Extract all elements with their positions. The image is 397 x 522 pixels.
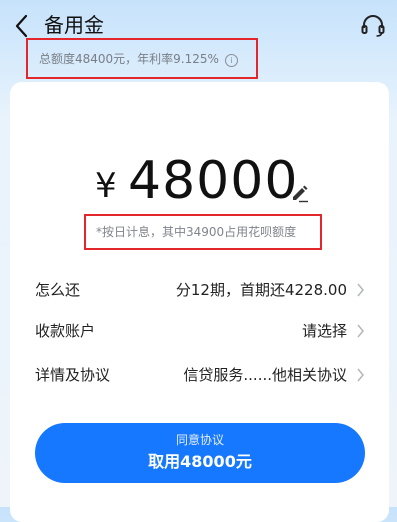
headset-icon[interactable] (360, 14, 386, 38)
row-value: 分12期，首期还4228.00 (175, 281, 347, 299)
chevron-right-icon (357, 324, 364, 338)
row-receiving-account[interactable]: 收款账户 请选择 (35, 317, 365, 345)
quota-info[interactable]: 总额度48400元，年利率9.125% i (39, 51, 238, 67)
amount-value[interactable]: 48000 (128, 150, 298, 212)
chevron-right-icon (357, 283, 364, 297)
cta-sub-label: 同意协议 (175, 433, 224, 447)
agree-and-withdraw-button[interactable]: 同意协议 取用48000元 (35, 423, 365, 483)
currency-symbol: ¥ (95, 166, 117, 206)
edit-pencil-icon[interactable] (290, 183, 310, 203)
row-value: 请选择 (301, 322, 347, 340)
row-repayment[interactable]: 怎么还 分12期，首期还4228.00 (35, 276, 365, 304)
row-value: 信贷服务......他相关协议 (183, 366, 347, 384)
back-arrow-icon[interactable] (12, 13, 32, 39)
row-label: 怎么还 (35, 281, 81, 299)
cta-main-label: 取用48000元 (148, 452, 252, 471)
interest-note: *按日计息，其中34900占用花呗额度 (96, 225, 297, 239)
info-icon[interactable]: i (224, 54, 238, 67)
page-title: 备用金 (44, 13, 104, 37)
row-details-agreements[interactable]: 详情及协议 信贷服务......他相关协议 (35, 361, 365, 389)
quota-text: 总额度48400元，年利率9.125% (39, 52, 219, 66)
row-label: 详情及协议 (35, 366, 111, 384)
row-label: 收款账户 (35, 322, 96, 340)
chevron-right-icon (357, 368, 364, 382)
